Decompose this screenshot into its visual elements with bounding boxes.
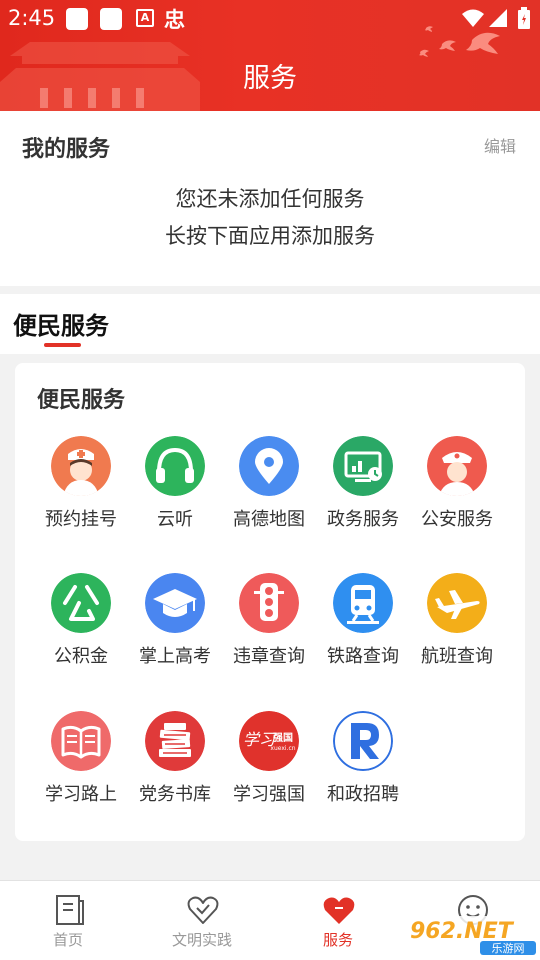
- svg-text:强国: 强国: [273, 732, 293, 744]
- signal-icon: [489, 9, 507, 27]
- tab-bianmin[interactable]: 便民服务: [13, 306, 109, 341]
- empty-hint-line2: 长按下面应用添加服务: [165, 224, 375, 248]
- gongjijin-icon: [51, 573, 111, 633]
- graduation-cap-icon: [145, 573, 205, 633]
- service-label: 学习路上: [45, 784, 117, 805]
- nav-label: 文明实践: [171, 931, 232, 949]
- service-label: 云听: [157, 509, 193, 530]
- zhong-icon: 忠: [164, 8, 185, 32]
- a-icon: A: [136, 9, 154, 27]
- service-label: 预约挂号: [45, 509, 117, 530]
- service-label: 高德地图: [233, 509, 305, 530]
- service-label: 学习强国: [233, 784, 305, 805]
- service-heart-icon: [323, 897, 355, 924]
- service-label: 公安服务: [421, 509, 493, 530]
- service-label: 违章查询: [233, 646, 305, 667]
- services-card-title: 便民服务: [37, 388, 126, 413]
- book-stack-icon: [145, 711, 205, 771]
- status-bar: 2:45 A 忠: [0, 0, 540, 36]
- home-doc-icon: [56, 895, 84, 925]
- page-title: 服务: [243, 63, 297, 94]
- service-item-tielu[interactable]: 铁路查询: [315, 573, 411, 683]
- open-book-icon: [51, 711, 111, 771]
- gov-screen-icon: [333, 436, 393, 496]
- nurse-icon: [51, 436, 111, 496]
- train-icon: [333, 573, 393, 633]
- tab-underline: [44, 343, 81, 347]
- nav-label: 首页: [52, 931, 83, 949]
- traffic-light-icon: [239, 573, 299, 633]
- watermark-text: 962.NET: [410, 919, 515, 944]
- battery-icon: [518, 7, 530, 29]
- edit-button[interactable]: 编辑: [484, 133, 516, 157]
- airplane-icon: [427, 573, 487, 633]
- map-pin-icon: [239, 436, 299, 496]
- service-label: 公积金: [54, 646, 108, 667]
- notification-square-icon: [100, 8, 122, 30]
- svg-text:xuexi.cn: xuexi.cn: [270, 745, 295, 752]
- service-item-hezheng[interactable]: 和政招聘: [315, 711, 411, 821]
- service-label: 政务服务: [327, 509, 399, 530]
- heart-icon: [187, 896, 219, 924]
- services-card: 便民服务 预约挂号 云听 高德地图 政务服务 公安服务 公积金 掌上高考 违章查…: [15, 363, 525, 841]
- service-item-yuyue[interactable]: 预约挂号: [33, 436, 129, 546]
- app-header: 2:45 A 忠 服务: [0, 0, 540, 111]
- watermark-sub: 乐游网: [492, 942, 525, 955]
- service-label: 航班查询: [421, 646, 493, 667]
- service-item-gongan[interactable]: 公安服务: [409, 436, 505, 546]
- nav-wenming[interactable]: 文明实践: [148, 881, 256, 960]
- service-item-weizhang[interactable]: 违章查询: [221, 573, 317, 683]
- my-services-title: 我的服务: [22, 137, 111, 162]
- category-tab-bar: 便民服务: [0, 294, 540, 354]
- empty-hint-line1: 您还未添加任何服务: [175, 187, 365, 211]
- service-item-xuexiqiangguo[interactable]: 学习 强国 xuexi.cn 学习强国: [221, 711, 317, 821]
- service-item-xuexilushang[interactable]: 学习路上: [33, 711, 129, 821]
- status-time: 2:45: [8, 6, 56, 30]
- letter-r-icon: [333, 711, 393, 771]
- service-item-gaode[interactable]: 高德地图: [221, 436, 317, 546]
- service-item-hangban[interactable]: 航班查询: [409, 573, 505, 683]
- service-item-zhengwu[interactable]: 政务服务: [315, 436, 411, 546]
- my-services-section: 我的服务 编辑 您还未添加任何服务 长按下面应用添加服务: [0, 111, 540, 286]
- service-label: 掌上高考: [139, 646, 211, 667]
- notification-square-icon: [66, 8, 88, 30]
- nav-label: 服务: [322, 931, 353, 949]
- service-label: 铁路查询: [327, 646, 399, 667]
- service-item-gongjijin[interactable]: 公积金: [33, 573, 129, 683]
- police-icon: [427, 436, 487, 496]
- xuexi-logo-icon: 学习 强国 xuexi.cn: [239, 711, 299, 771]
- nav-fuwu[interactable]: 服务: [284, 881, 392, 960]
- service-item-gaokao[interactable]: 掌上高考: [127, 573, 223, 683]
- service-item-yunting[interactable]: 云听: [127, 436, 223, 546]
- watermark-logo-icon: 962.NET 乐游网: [404, 916, 536, 955]
- service-label: 党务书库: [139, 784, 211, 805]
- nav-home[interactable]: 首页: [14, 881, 122, 960]
- headphones-icon: [145, 436, 205, 496]
- service-item-dangwu[interactable]: 党务书库: [127, 711, 223, 821]
- wifi-icon: [462, 9, 484, 27]
- service-label: 和政招聘: [327, 784, 399, 805]
